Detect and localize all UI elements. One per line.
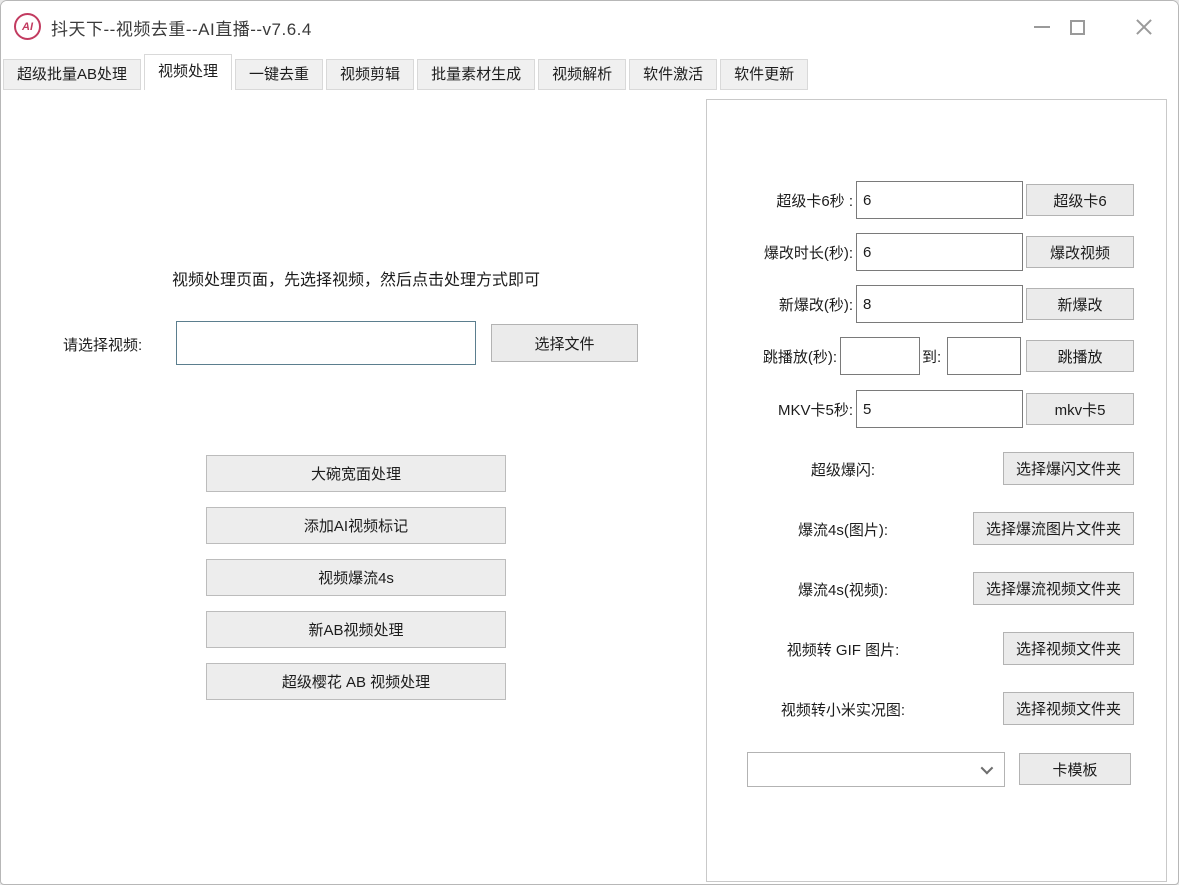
baogai-video-button[interactable]: 爆改视频 <box>1026 236 1134 268</box>
app-logo-icon: AI <box>14 13 41 40</box>
new-baogai-input[interactable] <box>856 285 1023 323</box>
super-card6-input[interactable] <box>856 181 1023 219</box>
tab-bar: 超级批量AB处理 视频处理 一键去重 视频剪辑 批量素材生成 视频解析 软件激活… <box>1 54 1178 90</box>
tab-video-edit[interactable]: 视频剪辑 <box>326 59 414 90</box>
window-title: 抖天下--视频去重--AI直播--v7.6.4 <box>51 1 312 53</box>
mkv-card5-input[interactable] <box>856 390 1023 428</box>
logo-text: AI <box>22 21 33 33</box>
super-baoshan-label: 超级爆闪: <box>717 459 969 480</box>
jump-play-label: 跳播放(秒): <box>707 346 837 367</box>
tab-video-parse[interactable]: 视频解析 <box>538 59 626 90</box>
add-ai-video-mark-button[interactable]: 添加AI视频标记 <box>206 507 506 544</box>
minimize-icon <box>1034 26 1050 28</box>
chevron-down-icon <box>981 762 994 775</box>
minimize-button[interactable] <box>1027 13 1057 41</box>
tab-video-processing[interactable]: 视频处理 <box>144 54 232 90</box>
mkv-card5-label: MKV卡5秒: <box>707 399 853 420</box>
card-template-button[interactable]: 卡模板 <box>1019 753 1131 785</box>
jump-to-input[interactable] <box>947 337 1021 375</box>
baogai-duration-label: 爆改时长(秒): <box>707 242 853 263</box>
video-to-xiaomi-live-label: 视频转小米实况图: <box>717 699 969 720</box>
titlebar: AI 抖天下--视频去重--AI直播--v7.6.4 <box>1 1 1178 53</box>
close-icon <box>1135 18 1153 36</box>
baoliu4s-video-label: 爆流4s(视频): <box>717 579 969 600</box>
super-sakura-ab-button[interactable]: 超级樱花 AB 视频处理 <box>206 663 506 700</box>
dawan-kuanmian-button[interactable]: 大碗宽面处理 <box>206 455 506 492</box>
select-baoshan-folder-button[interactable]: 选择爆闪文件夹 <box>1003 452 1134 485</box>
maximize-button[interactable] <box>1062 13 1092 41</box>
jump-play-button[interactable]: 跳播放 <box>1026 340 1134 372</box>
select-video-label: 请选择视频: <box>63 334 142 355</box>
tab-one-key-dedup[interactable]: 一键去重 <box>235 59 323 90</box>
baoliu4s-image-label: 爆流4s(图片): <box>717 519 969 540</box>
maximize-icon <box>1070 20 1085 35</box>
template-dropdown[interactable] <box>747 752 1005 787</box>
page-instruction: 视频处理页面，先选择视频，然后点击处理方式即可 <box>116 266 596 290</box>
select-video-folder-gif-button[interactable]: 选择视频文件夹 <box>1003 632 1134 665</box>
new-baogai-label: 新爆改(秒): <box>707 294 853 315</box>
jump-to-label: 到: <box>922 346 941 367</box>
video-to-gif-label: 视频转 GIF 图片: <box>717 639 969 660</box>
jump-from-input[interactable] <box>840 337 920 375</box>
app-window: AI 抖天下--视频去重--AI直播--v7.6.4 超级批量AB处理 视频处理… <box>0 0 1179 885</box>
new-baogai-button[interactable]: 新爆改 <box>1026 288 1134 320</box>
tab-super-batch-ab[interactable]: 超级批量AB处理 <box>3 59 141 90</box>
tab-software-activate[interactable]: 软件激活 <box>629 59 717 90</box>
super-card6-label: 超级卡6秒 : <box>707 190 853 211</box>
select-baoliu-image-folder-button[interactable]: 选择爆流图片文件夹 <box>973 512 1134 545</box>
new-ab-video-button[interactable]: 新AB视频处理 <box>206 611 506 648</box>
parameter-panel: 超级卡6秒 : 超级卡6 爆改时长(秒): 爆改视频 新爆改(秒): 新爆改 跳… <box>706 99 1167 882</box>
tab-batch-material[interactable]: 批量素材生成 <box>417 59 535 90</box>
baogai-duration-input[interactable] <box>856 233 1023 271</box>
select-video-folder-live-button[interactable]: 选择视频文件夹 <box>1003 692 1134 725</box>
select-baoliu-video-folder-button[interactable]: 选择爆流视频文件夹 <box>973 572 1134 605</box>
mkv-card5-button[interactable]: mkv卡5 <box>1026 393 1134 425</box>
tab-software-update[interactable]: 软件更新 <box>720 59 808 90</box>
video-baoliu-4s-button[interactable]: 视频爆流4s <box>206 559 506 596</box>
super-card6-button[interactable]: 超级卡6 <box>1026 184 1134 216</box>
video-path-input[interactable] <box>176 321 476 365</box>
select-file-button[interactable]: 选择文件 <box>491 324 638 362</box>
close-button[interactable] <box>1129 13 1159 41</box>
